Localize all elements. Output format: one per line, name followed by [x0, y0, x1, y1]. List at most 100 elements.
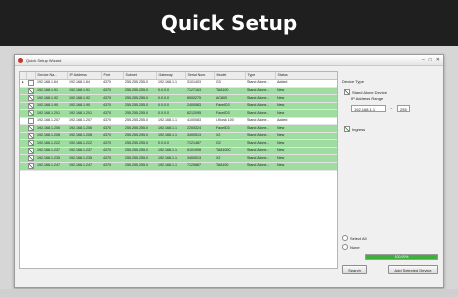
table-cell: 4370	[101, 117, 123, 126]
table-row[interactable]: 192.168.1.235 192.168.1.235 4370 255.255.25…	[20, 154, 337, 163]
table-row[interactable]: 192.168.1.207 192.168.1.207 4370 255.255.25…	[20, 117, 337, 126]
row-checkbox[interactable]	[28, 125, 34, 132]
table-cell: 2200324	[185, 124, 214, 133]
table-row[interactable]: 192.168.1.247 192.168.1.247 4370 255.255.25…	[20, 162, 337, 171]
column-header[interactable]: Model	[214, 72, 246, 80]
table-cell: 3400513	[185, 154, 214, 163]
row-checkbox[interactable]	[28, 80, 34, 86]
table-row[interactable]: 192.168.1.237 192.168.1.237 4370 255.255.25…	[20, 147, 337, 156]
table-cell: 255.255.255.0	[123, 102, 156, 111]
table-row[interactable]: 192.168.1.90 192.168.1.90 4370 255.255.255.…	[20, 102, 337, 111]
table-cell: 4370	[101, 79, 123, 88]
table-row[interactable]: ▸ 192.168.1.64 192.168.1.64 4370 255.255.255…	[20, 79, 337, 88]
table-cell: 192.168.1.235	[67, 154, 101, 163]
row-checkbox-cell	[26, 162, 35, 171]
column-header[interactable]: Serial Num.	[185, 72, 215, 80]
ingress-label: Ingress	[352, 126, 366, 132]
table-cell: 4370	[101, 87, 123, 96]
table-row[interactable]: 192.168.1.208 192.168.1.208 4370 255.255.25…	[20, 132, 337, 141]
ip-start-input[interactable]: 192.168.1.1	[351, 105, 386, 112]
add-selected-device-button[interactable]: Add Selected Device	[388, 265, 438, 274]
stand-alone-option[interactable]: Stand Alone Device	[344, 89, 387, 95]
search-button[interactable]: Search	[342, 265, 367, 274]
table-cell: 192.168.1.1	[156, 124, 185, 133]
table-cell: 4370	[101, 162, 123, 171]
table-row[interactable]: 192.168.1.206 192.168.1.206 4370 255.255.25…	[20, 124, 337, 133]
row-checkbox[interactable]	[28, 132, 34, 139]
table-cell: 192.168.1.201	[35, 109, 67, 118]
table-cell: 3400513	[185, 132, 214, 141]
stand-alone-label: Stand Alone Device	[352, 89, 387, 95]
table-cell: 0.0.0.0	[156, 87, 185, 96]
table-cell: TA8100C	[214, 147, 245, 156]
row-checkbox-cell	[26, 147, 35, 156]
table-cell: 192.168.1.91	[67, 87, 101, 96]
table-cell: 255.255.255.0	[123, 154, 156, 163]
table-cell: 4370	[101, 94, 123, 103]
table-cell: 7121487	[185, 139, 214, 148]
row-checkbox-cell	[26, 154, 35, 163]
table-cell: 4370	[101, 102, 123, 111]
table-cell: 255.255.255.0	[123, 109, 156, 118]
row-checkbox-cell	[26, 132, 35, 141]
table-cell: 192.168.1.1	[156, 162, 185, 171]
row-checkbox-cell	[26, 79, 35, 88]
minimize-icon[interactable]: –	[422, 57, 425, 63]
table-cell: 4370	[101, 124, 123, 133]
table-cell: 255.255.255.0	[123, 139, 156, 148]
column-header[interactable]: Type	[245, 72, 276, 80]
column-header[interactable]: Gateway	[156, 72, 186, 80]
table-cell: i-Kiosk 100	[214, 117, 245, 126]
close-icon[interactable]: ✕	[436, 57, 440, 63]
none-radio[interactable]	[342, 244, 348, 250]
table-cell: 4370	[101, 154, 123, 163]
column-header[interactable]	[26, 72, 36, 80]
row-checkbox[interactable]	[28, 102, 34, 109]
column-header[interactable]: Device Na...	[35, 72, 68, 80]
column-header[interactable]: Subnet	[123, 72, 157, 80]
table-cell: Stand Alone...	[245, 79, 275, 88]
select-all-radio[interactable]	[342, 235, 348, 241]
row-checkbox[interactable]	[28, 155, 34, 162]
table-cell: 255.255.255.0	[123, 132, 156, 141]
table-cell: Stand Alone...	[245, 139, 275, 148]
stand-alone-checkbox[interactable]	[344, 89, 350, 95]
ip-end-input[interactable]: 255	[397, 105, 410, 112]
none-option[interactable]: None	[342, 244, 360, 250]
table-cell: 192.168.1.1	[156, 117, 185, 126]
table-cell: Stand Alone...	[245, 124, 275, 133]
none-label: None	[350, 244, 360, 250]
select-all-option[interactable]: Select All	[342, 235, 366, 241]
column-header[interactable]: IP Address	[67, 72, 102, 80]
ingress-option[interactable]: Ingress	[344, 126, 365, 132]
table-cell: Stand Alone...	[245, 132, 275, 141]
row-checkbox[interactable]	[28, 110, 34, 117]
table-row[interactable]: 192.168.1.92 192.168.1.92 4370 255.255.255.…	[20, 94, 337, 103]
ingress-checkbox[interactable]	[344, 126, 350, 132]
row-checkbox[interactable]	[28, 163, 34, 170]
table-row[interactable]: 192.168.1.201 192.168.1.201 4370 255.255.25…	[20, 109, 337, 118]
row-checkbox[interactable]	[28, 140, 34, 147]
row-checkbox[interactable]	[28, 87, 34, 94]
column-header[interactable]: Port	[101, 72, 124, 80]
table-cell: 192.168.1.206	[67, 124, 101, 133]
table-cell: 192.168.1.201	[67, 109, 101, 118]
row-checkbox[interactable]	[28, 117, 34, 124]
table-row[interactable]: 192.168.1.91 192.168.1.91 4370 255.255.255.…	[20, 87, 337, 96]
quick-setup-window: Quick Setup Wizard – □ ✕ Device Na... IP …	[14, 54, 444, 288]
table-cell: 192.168.1.1	[156, 132, 185, 141]
table-cell: G2	[214, 139, 245, 148]
table-cell: Added	[275, 79, 337, 88]
table-cell: Stand Alone...	[245, 109, 275, 118]
column-header[interactable]: Status	[275, 72, 337, 80]
table-cell: X2	[214, 154, 245, 163]
table-row[interactable]: 192.168.1.222 192.168.1.222 4370 255.255.25…	[20, 139, 337, 148]
table-cell: 192.168.1.206	[35, 124, 67, 133]
row-checkbox[interactable]	[28, 147, 34, 154]
row-checkbox[interactable]	[28, 95, 34, 102]
table-cell: 192.168.1.222	[67, 139, 101, 148]
maximize-icon[interactable]: □	[429, 57, 432, 63]
table-cell: AC800	[214, 94, 245, 103]
table-cell: 192.168.1.1	[156, 79, 185, 88]
table-cell: New	[275, 162, 337, 171]
